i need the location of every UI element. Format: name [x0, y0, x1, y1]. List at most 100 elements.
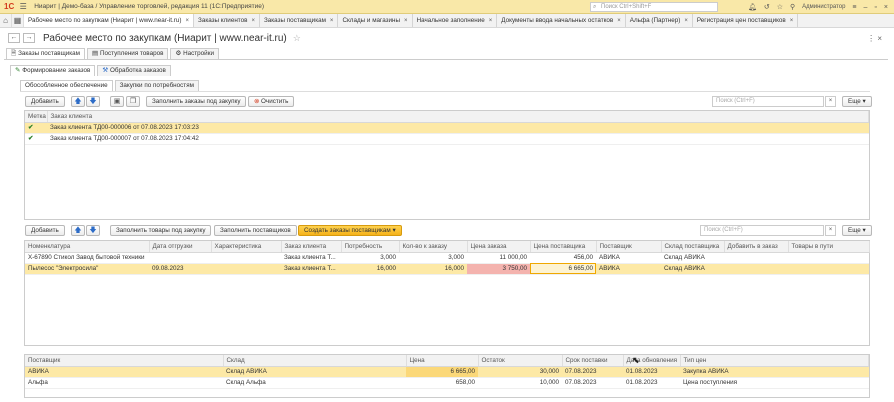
settings-menu-icon[interactable]: ≡ — [852, 4, 856, 11]
add-goods-button[interactable]: Добавить — [25, 225, 65, 236]
close-tab-icon[interactable]: × — [684, 18, 688, 24]
supplier-cell[interactable]: АВИКА — [25, 366, 223, 378]
add-to-order-cell[interactable] — [724, 263, 788, 275]
column-header-qty-to-order[interactable]: Кол-во к заказу — [399, 241, 468, 253]
column-header-price[interactable]: Цена — [406, 355, 479, 367]
column-header-ship-date[interactable]: Дата отгрузки — [149, 241, 212, 253]
delivery-term-cell[interactable]: 07.08.2023 — [562, 366, 623, 378]
need-cell[interactable]: 3,000 — [341, 252, 399, 264]
move-down-button[interactable]: 🡇 — [86, 96, 100, 107]
restore-icon[interactable]: ▫ — [874, 4, 876, 11]
mark-checkbox[interactable]: ✔ — [25, 122, 47, 134]
user-name[interactable]: Администратор — [802, 4, 845, 10]
column-header-order-price[interactable]: Цена заказа — [467, 241, 531, 253]
order-price-cell[interactable]: 3 750,00 — [467, 263, 530, 275]
window-tab-initial-balances[interactable]: Документы ввода начальных остатков × — [497, 14, 626, 27]
table-row[interactable]: X-67890 Стикол Завод бытовой техники Зак… — [25, 252, 869, 264]
forward-button[interactable]: → — [23, 33, 35, 43]
minimize-icon[interactable]: – — [864, 4, 868, 11]
orders-search-clear-button[interactable]: × — [825, 96, 836, 107]
column-header-supplier-price[interactable]: Цена поставщика — [530, 241, 597, 253]
close-tab-icon[interactable]: × — [330, 18, 334, 24]
table-row[interactable]: ✔ Заказ клиента ТД00-000006 от 07.08.202… — [25, 122, 869, 134]
warehouse-cell[interactable]: Склад АВИКА — [223, 366, 406, 378]
add-order-button[interactable]: Добавить — [25, 96, 65, 107]
table-row[interactable]: Пылесос "Электросила" 09.08.2023 Заказ к… — [25, 263, 869, 275]
window-tab-initial-fill[interactable]: Начальное заполнение × — [413, 14, 498, 27]
goods-move-up-button[interactable]: 🡅 — [71, 225, 85, 236]
goods-move-down-button[interactable]: 🡇 — [86, 225, 100, 236]
nomenclature-cell[interactable]: Пылесос "Электросила" — [25, 263, 149, 275]
close-tab-icon[interactable]: × — [186, 18, 190, 24]
tab-forming-orders[interactable]: ✎ Формирование заказов — [10, 65, 96, 76]
close-tab-icon[interactable]: × — [617, 18, 621, 24]
supplier-warehouse-cell[interactable]: Склад АВИКА — [661, 263, 724, 275]
price-cell[interactable]: 658,00 — [406, 377, 478, 389]
characteristic-cell[interactable] — [211, 263, 281, 275]
more-actions-icon[interactable]: ⋮ × — [867, 34, 882, 43]
orders-more-button[interactable]: Еще ▾ — [842, 96, 872, 107]
user-icon[interactable]: ⚲ — [790, 3, 795, 11]
goods-more-button[interactable]: Еще ▾ — [842, 225, 872, 236]
column-header-add-to-order[interactable]: Добавить в заказ — [724, 241, 789, 253]
supplier-cell[interactable]: АВИКА — [596, 252, 661, 264]
global-search-input[interactable]: ⌕ Поиск Ctrl+Shift+F — [590, 2, 718, 12]
column-header-warehouse[interactable]: Склад — [223, 355, 407, 367]
menu-icon[interactable]: ☰ — [18, 2, 28, 11]
table-row[interactable]: АВИКА Склад АВИКА 6 665,00 30,000 07.08.… — [25, 366, 869, 378]
window-tab-client-orders[interactable]: Заказы клиентов × — [194, 14, 260, 27]
column-header-balance[interactable]: Остаток — [478, 355, 563, 367]
close-icon[interactable]: × — [884, 4, 888, 11]
window-tab-warehouses[interactable]: Склады и магазины × — [338, 14, 413, 27]
bell-icon[interactable]: 🔔︎ — [748, 3, 757, 11]
column-header-need[interactable]: Потребность — [341, 241, 400, 253]
column-header-price-type[interactable]: Тип цен — [680, 355, 869, 367]
column-header-client-order[interactable]: Заказ клиента — [47, 111, 869, 123]
column-header-goods-in-transit[interactable]: Товары в пути — [788, 241, 870, 253]
move-up-button[interactable]: 🡅 — [71, 96, 85, 107]
tab-purchases-by-needs[interactable]: Закупки по потребностям — [114, 80, 199, 91]
copy-button[interactable]: ❐ — [126, 96, 140, 107]
update-date-cell[interactable]: 01.08.2023 — [623, 377, 680, 389]
column-header-delivery-term[interactable]: Срок поставки — [562, 355, 624, 367]
close-tab-icon[interactable]: × — [251, 18, 255, 24]
column-header-supplier-warehouse[interactable]: Склад поставщика — [661, 241, 725, 253]
column-header-mark[interactable]: Метка — [25, 111, 48, 123]
window-tab-supplier-orders[interactable]: Заказы поставщикам × — [260, 14, 339, 27]
column-header-client-order[interactable]: Заказ клиента — [281, 241, 342, 253]
column-header-supplier[interactable]: Поставщик — [596, 241, 662, 253]
fill-suppliers-button[interactable]: Заполнить поставщиков — [214, 225, 297, 236]
client-order-cell[interactable]: Заказ клиента ТД00-000006 от 07.08.2023 … — [47, 122, 869, 134]
client-order-cell[interactable]: Заказ клиента ТД00-000007 от 07.08.2023 … — [47, 133, 869, 145]
supplier-cell[interactable]: АВИКА — [596, 263, 661, 275]
delivery-term-cell[interactable]: 07.08.2023 — [562, 377, 623, 389]
fill-orders-button[interactable]: Заполнить заказы под закупку — [146, 96, 247, 107]
tab-supplier-orders[interactable]: 🗎︎ Заказы поставщикам — [6, 48, 86, 59]
price-type-cell[interactable]: Закупка АВИКА — [680, 366, 869, 378]
tab-settings[interactable]: ⚙ Настройки — [170, 48, 219, 59]
goods-search-input[interactable]: Поиск (Ctrl+F) — [700, 225, 824, 236]
select-all-button[interactable]: ▣ — [110, 96, 124, 107]
close-tab-icon[interactable]: × — [404, 18, 408, 24]
qty-to-order-cell[interactable]: 3,000 — [399, 252, 467, 264]
balance-cell[interactable]: 30,000 — [478, 366, 562, 378]
tab-processing-orders[interactable]: ⚒ Обработка заказов — [97, 65, 171, 76]
warehouse-cell[interactable]: Склад Альфа — [223, 377, 406, 389]
supplier-cell[interactable]: Альфа — [25, 377, 223, 389]
mark-checkbox[interactable]: ✔ — [25, 133, 47, 145]
history-icon[interactable]: ↺ — [764, 3, 770, 11]
window-tab-supplier-prices[interactable]: Регистрация цен поставщиков × — [693, 14, 799, 27]
order-price-cell[interactable]: 11 000,00 — [467, 252, 530, 264]
window-tab-alfa-partner[interactable]: Альфа (Партнер) × — [626, 14, 693, 27]
tab-goods-receipts[interactable]: ▤ Поступления товаров — [87, 48, 169, 59]
close-tab-icon[interactable]: × — [489, 18, 493, 24]
sections-icon[interactable]: ▦ — [12, 14, 24, 27]
client-order-cell[interactable]: Заказ клиента Т... — [281, 252, 341, 264]
characteristic-cell[interactable] — [211, 252, 281, 264]
table-row[interactable]: Альфа Склад Альфа 658,00 10,000 07.08.20… — [25, 377, 869, 389]
nomenclature-cell[interactable]: X-67890 Стикол Завод бытовой техники — [25, 252, 149, 264]
close-tab-icon[interactable]: × — [790, 18, 794, 24]
goods-in-transit-cell[interactable] — [788, 263, 869, 275]
column-header-supplier[interactable]: Поставщик — [25, 355, 224, 367]
orders-search-input[interactable]: Поиск (Ctrl+F) — [712, 96, 824, 107]
